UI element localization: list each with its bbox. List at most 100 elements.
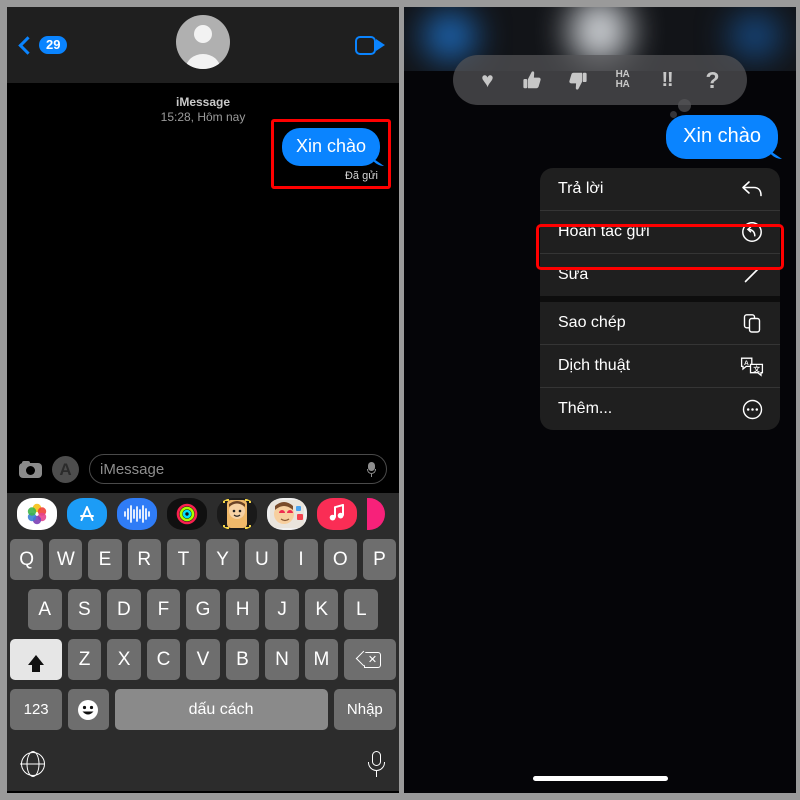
app-store-app-icon[interactable]	[67, 497, 107, 530]
return-key[interactable]: Nhập	[333, 689, 396, 730]
message-bubble[interactable]: Xin chào	[281, 128, 380, 166]
key-i[interactable]: I	[284, 539, 318, 580]
message-context-menu[interactable]: Trả lời Hoàn tác gửi Sửa Sao chép Dịch t…	[540, 168, 780, 430]
exclamation-reaction[interactable]: ‼	[651, 70, 685, 90]
key-j[interactable]: J	[265, 589, 299, 630]
more-ellipsis-icon	[740, 397, 764, 421]
fitness-activity-app-icon[interactable]	[167, 497, 207, 530]
service-label: iMessage	[175, 95, 231, 109]
key-t[interactable]: T	[166, 539, 200, 580]
delivery-status-label: Đã gửi	[344, 170, 378, 182]
key-y[interactable]: Y	[206, 539, 240, 580]
context-menu-label: Thêm...	[558, 400, 613, 417]
key-v[interactable]: V	[186, 639, 220, 680]
question-reaction[interactable]: ?	[696, 68, 730, 92]
context-menu-item-translate[interactable]: Dịch thuật A 文	[540, 345, 780, 387]
animoji-sticker-app-icon[interactable]	[267, 497, 307, 530]
key-b[interactable]: B	[225, 639, 260, 680]
back-button[interactable]: 29	[18, 35, 68, 55]
shift-key-icon[interactable]	[9, 639, 62, 680]
key-h[interactable]: H	[225, 589, 260, 630]
key-g[interactable]: G	[186, 589, 220, 630]
context-menu-label: Sửa	[558, 266, 589, 283]
copy-icon	[740, 311, 764, 335]
blurred-video-icon	[730, 15, 780, 57]
key-q[interactable]: Q	[9, 539, 44, 580]
camera-bump	[22, 460, 30, 465]
globe-key-icon[interactable]	[21, 751, 45, 776]
context-menu-label: Hoàn tác gửi	[558, 223, 650, 240]
key-o[interactable]: O	[323, 539, 357, 580]
key-e[interactable]: E	[88, 539, 122, 580]
message-highlight-box: Xin chào Đã gửi	[270, 119, 391, 189]
audio-message-app-icon[interactable]	[117, 497, 157, 530]
blurred-back-button	[424, 13, 476, 59]
emoji-key-icon[interactable]	[68, 689, 109, 730]
key-d[interactable]: D	[107, 589, 141, 630]
memoji-app-icon[interactable]	[217, 497, 257, 530]
backspace-key-icon[interactable]: ✕	[344, 639, 397, 680]
heart-reaction[interactable]: ♥	[471, 70, 505, 91]
thumbs-down-reaction[interactable]	[561, 70, 595, 91]
photos-app-icon[interactable]	[17, 497, 57, 530]
key-x[interactable]: X	[107, 639, 141, 680]
conversation-nav-bar: 29	[7, 7, 399, 83]
key-s[interactable]: S	[67, 589, 102, 630]
key-l[interactable]: L	[344, 589, 379, 630]
focused-message-group: Xin chào	[666, 115, 778, 159]
microphone-icon[interactable]	[367, 461, 376, 477]
contact-header[interactable]	[176, 15, 230, 69]
key-r[interactable]: R	[127, 539, 161, 580]
context-menu-label: Trả lời	[558, 180, 604, 197]
key-z[interactable]: Z	[67, 639, 102, 680]
keyboard-row-4: 123 dấu cách Nhập	[10, 689, 396, 730]
translate-icon: A 文	[740, 354, 764, 378]
tapback-reaction-bar[interactable]: ♥ HA HA ‼ ?	[453, 55, 747, 105]
right-phone-panel: ♥ HA HA ‼ ? Xin chào Trả lời Hoàn tác gử…	[404, 7, 796, 793]
video-body	[355, 35, 376, 55]
camera-icon[interactable]	[19, 460, 42, 478]
search-input[interactable]: iMessage	[89, 454, 387, 484]
key-m[interactable]: M	[304, 639, 339, 680]
key-u[interactable]: U	[245, 539, 279, 580]
dictation-microphone-icon[interactable]	[368, 750, 385, 777]
haha-reaction[interactable]: HA HA	[606, 70, 640, 90]
video-camera-icon[interactable]	[355, 35, 385, 55]
keyboard-row-3: Z X C V B N M ✕	[9, 639, 397, 680]
key-a[interactable]: A	[27, 589, 62, 630]
backspace-x: ✕	[367, 653, 378, 666]
numeric-key[interactable]: 123	[10, 689, 63, 730]
keyboard-row-1: Q W E R T Y U I O P	[9, 539, 397, 580]
context-menu-item-copy[interactable]: Sao chép	[540, 302, 780, 344]
key-f[interactable]: F	[146, 589, 181, 630]
key-p[interactable]: P	[362, 539, 397, 580]
camera-lens	[26, 465, 35, 475]
focused-message-bubble[interactable]: Xin chào	[666, 115, 778, 159]
left-phone-panel: 29 iMessage 15:28, Hôm nay Xin chào Đã g…	[7, 7, 399, 793]
home-indicator-bar-right	[404, 763, 796, 793]
home-indicator[interactable]	[532, 775, 668, 781]
imessage-app-drawer[interactable]	[7, 493, 399, 534]
more-apps-icon[interactable]	[367, 497, 385, 530]
apple-music-app-icon[interactable]	[317, 497, 357, 530]
context-menu-item-undo-send[interactable]: Hoàn tác gửi	[540, 211, 780, 253]
svg-text:文: 文	[753, 364, 760, 373]
key-k[interactable]: K	[304, 589, 339, 630]
undo-send-icon	[740, 220, 764, 244]
context-menu-item-edit[interactable]: Sửa	[540, 254, 780, 296]
app-store-glyph: A	[59, 459, 72, 479]
context-menu-item-reply[interactable]: Trả lời	[540, 168, 780, 210]
context-menu-label: Dịch thuật	[558, 357, 631, 374]
key-c[interactable]: C	[146, 639, 181, 680]
app-store-icon[interactable]: A	[52, 455, 79, 483]
key-n[interactable]: N	[265, 639, 299, 680]
context-menu-item-more[interactable]: Thêm...	[540, 388, 780, 430]
message-thread: iMessage 15:28, Hôm nay Xin chào Đã gửi	[7, 83, 399, 445]
thumbs-up-reaction[interactable]	[516, 70, 550, 91]
imessage-placeholder: iMessage	[100, 460, 165, 478]
contact-avatar-icon	[176, 15, 230, 69]
message-input-bar: A iMessage	[7, 445, 399, 493]
mic-stem	[375, 770, 378, 777]
space-key[interactable]: dấu cách	[114, 689, 328, 730]
key-w[interactable]: W	[49, 539, 83, 580]
